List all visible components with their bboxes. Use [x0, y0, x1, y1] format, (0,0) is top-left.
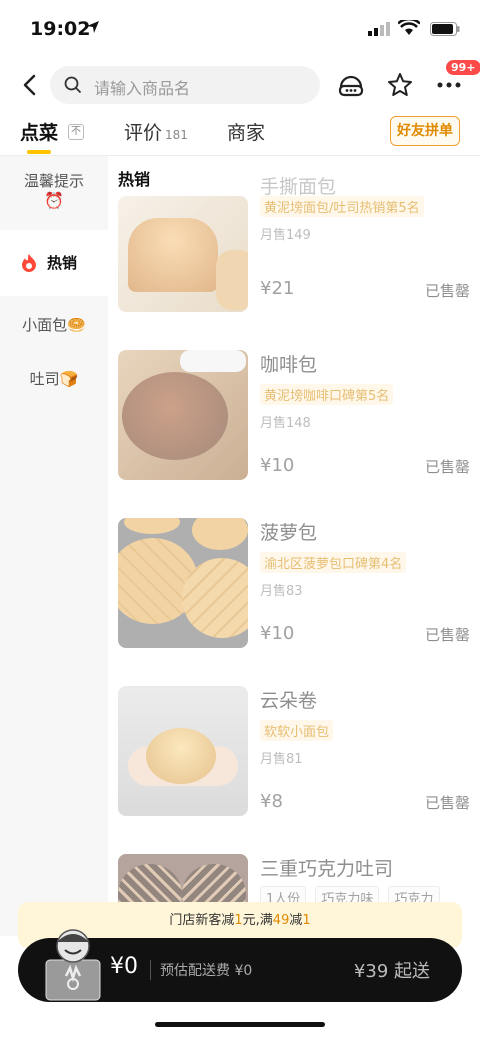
product-image [118, 350, 248, 480]
bagel-icon: 🥯 [67, 316, 86, 334]
sidebar-item-label: 温馨提示 [23, 172, 84, 190]
cart-total: ¥0 [110, 954, 138, 979]
status-time: 19:02 [30, 18, 91, 40]
notification-badge: 99+ [446, 60, 480, 75]
sold-out-label: 已售罄 [424, 282, 470, 300]
product-image [118, 196, 248, 312]
product-price: ¥10 [260, 455, 295, 476]
tab-bar: 点菜 不 评价 181 商家 好友拼单 [0, 112, 480, 156]
product-name: 三重巧克力吐司 [260, 858, 394, 880]
header: 请输入商品名 99+ [0, 60, 480, 108]
product-price: ¥21 [260, 278, 295, 299]
location-arrow-icon [87, 21, 99, 33]
product-name: 手撕面包 [260, 176, 337, 198]
promo-value: 1 [302, 913, 311, 928]
search-placeholder: 请输入商品名 [94, 79, 191, 98]
flame-icon [22, 254, 36, 272]
tab-reviews[interactable]: 评价 181 [124, 118, 188, 145]
product-name: 菠萝包 [260, 522, 318, 544]
wifi-icon [398, 20, 420, 35]
alarm-clock-icon: ⏰ [44, 191, 64, 210]
battery-icon [430, 22, 460, 36]
product-sales: 月售81 [260, 752, 303, 767]
product-list: 热销 手撕面包 黄泥塝面包/吐司热销第5名 月售149 ¥21 已售罄 咖啡包 … [108, 156, 480, 936]
tab-reviews-label: 评价 [124, 122, 163, 144]
product-price: ¥10 [260, 623, 295, 644]
product-tag: 黄泥塝面包/吐司热销第5名 [260, 196, 424, 217]
product-price: ¥8 [260, 791, 283, 812]
sold-out-label: 已售罄 [424, 458, 470, 476]
tab-active-indicator [27, 150, 51, 154]
sidebar-item-hot[interactable]: 热销 [0, 230, 108, 296]
tab-merchant[interactable]: 商家 [227, 118, 265, 145]
favorite-star-icon[interactable] [383, 68, 417, 102]
promo-value: 1 [234, 913, 243, 928]
cart-bar[interactable]: ¥0 预估配送费 ¥0 ¥39 起送 [18, 929, 462, 1002]
sidebar-item-toast[interactable]: 吐司🍞 [0, 368, 108, 398]
sold-out-label: 已售罄 [424, 626, 470, 644]
back-arrow-icon[interactable] [18, 72, 44, 98]
promo-text: 减 [289, 913, 303, 928]
search-icon [64, 76, 82, 94]
delivery-fee: 预估配送费 ¥0 [160, 963, 253, 979]
sidebar-item-label: 吐司 [29, 370, 60, 388]
product-sales: 月售148 [260, 416, 311, 431]
product-name: 咖啡包 [260, 354, 318, 376]
tab-order[interactable]: 点菜 [20, 118, 58, 145]
group-order-button[interactable]: 好友拼单 [390, 116, 460, 146]
product-image [118, 518, 248, 648]
product-name: 云朵卷 [260, 690, 318, 712]
product-sales: 月售149 [260, 228, 311, 243]
category-sidebar: 温馨提示 ⏰ 热销 小面包🥯 吐司🍞 [0, 156, 108, 936]
product-sales: 月售83 [260, 584, 303, 599]
pin-top-icon[interactable]: 不 [68, 124, 84, 140]
sidebar-item-tips[interactable]: 温馨提示 ⏰ [0, 170, 108, 226]
product-item[interactable]: 云朵卷 软软小面包 月售81 ¥8 已售罄 [118, 686, 470, 816]
customer-service-icon[interactable] [334, 68, 368, 102]
bread-icon: 🍞 [59, 370, 79, 388]
promo-text: 元,满 [242, 913, 273, 928]
home-indicator [155, 1022, 325, 1027]
promo-text: 门店新客减 [169, 913, 235, 928]
minimum-order: ¥39 起送 [353, 961, 430, 982]
cellular-signal-icon [368, 22, 390, 36]
product-item[interactable]: 咖啡包 黄泥塝咖啡口碑第5名 月售148 ¥10 已售罄 [118, 350, 470, 480]
sidebar-item-small-bread[interactable]: 小面包🥯 [0, 314, 108, 344]
product-tag: 软软小面包 [260, 720, 334, 741]
product-item[interactable]: 手撕面包 黄泥塝面包/吐司热销第5名 月售149 ¥21 已售罄 [118, 176, 470, 312]
status-bar: 19:02 [0, 0, 480, 60]
sold-out-label: 已售罄 [424, 794, 470, 812]
product-item[interactable]: 菠萝包 渝北区菠萝包口碑第4名 月售83 ¥10 已售罄 [118, 518, 470, 648]
sidebar-item-label: 热销 [46, 254, 77, 272]
promo-value: 49 [272, 913, 290, 928]
product-tag: 黄泥塝咖啡口碑第5名 [260, 384, 394, 405]
product-tag: 渝北区菠萝包口碑第4名 [260, 552, 407, 573]
divider [150, 960, 151, 980]
cart-mascot-icon[interactable] [40, 924, 106, 1002]
search-input[interactable]: 请输入商品名 [50, 66, 320, 104]
product-image [118, 686, 248, 816]
tab-reviews-count: 181 [165, 128, 188, 142]
sidebar-item-label: 小面包 [22, 316, 68, 334]
